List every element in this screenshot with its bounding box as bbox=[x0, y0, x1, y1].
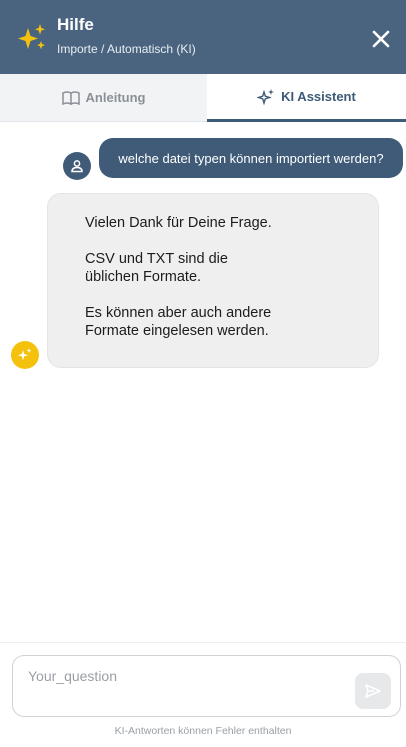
sparkles-icon bbox=[18, 24, 45, 50]
close-icon[interactable] bbox=[370, 28, 392, 50]
ai-avatar bbox=[11, 341, 39, 369]
sparkles-icon bbox=[18, 348, 32, 361]
ai-message-bubble: Vielen Dank für Deine Frage. CSV und TXT… bbox=[47, 193, 379, 368]
tab-anleitung[interactable]: Anleitung bbox=[0, 74, 207, 121]
book-icon bbox=[61, 90, 80, 105]
tab-bar: Anleitung KI Assistent bbox=[0, 74, 406, 122]
divider bbox=[0, 642, 406, 643]
question-input-container bbox=[12, 655, 401, 717]
user-message-bubble: welche datei typen können importiert wer… bbox=[99, 138, 403, 178]
tab-anleitung-label: Anleitung bbox=[85, 90, 146, 105]
question-input[interactable] bbox=[28, 668, 348, 708]
ai-message-paragraph: CSV und TXT sind die üblichen Formate. bbox=[85, 250, 354, 286]
header-title: Hilfe bbox=[57, 15, 94, 34]
header-breadcrumb: Importe / Automatisch (KI) bbox=[57, 42, 196, 56]
send-icon bbox=[365, 684, 381, 698]
send-button[interactable] bbox=[355, 673, 391, 709]
ai-message-line: Formate eingelesen werden. bbox=[85, 323, 269, 339]
ai-message-paragraph: Es können aber auch andere Formate einge… bbox=[85, 304, 354, 340]
ai-message-line: Vielen Dank für Deine Frage. bbox=[85, 215, 272, 231]
ai-message-line: CSV und TXT sind die bbox=[85, 251, 228, 267]
header-bar: Hilfe Importe / Automatisch (KI) bbox=[0, 0, 406, 74]
user-avatar bbox=[63, 152, 91, 180]
user-icon bbox=[71, 160, 83, 173]
ai-message-line: üblichen Formate. bbox=[85, 269, 202, 285]
tab-ki-label: KI Assistent bbox=[281, 89, 356, 104]
sparkles-icon bbox=[257, 88, 275, 105]
ai-message-line: Es können aber auch andere bbox=[85, 305, 272, 321]
tab-ki-assistent[interactable]: KI Assistent bbox=[207, 74, 406, 122]
disclaimer-text: KI-Antworten können Fehler enthalten bbox=[114, 725, 292, 737]
